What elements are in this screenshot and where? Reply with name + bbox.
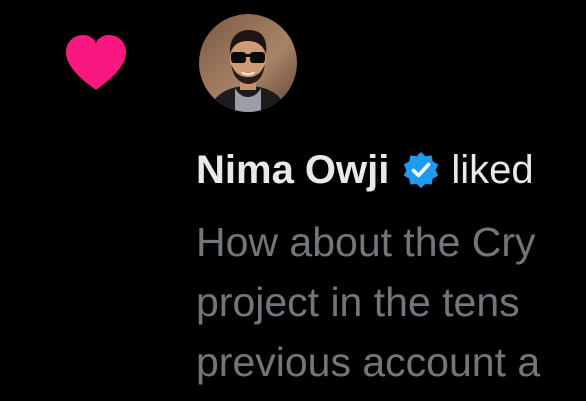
heart-icon — [64, 34, 128, 92]
user-avatar[interactable] — [199, 14, 297, 112]
tweet-preview-line: previous account a — [196, 339, 541, 385]
verified-badge-icon — [401, 150, 441, 190]
like-notification[interactable]: Nima Owji liked How about the Cry projec… — [0, 0, 586, 401]
user-name[interactable]: Nima Owji — [196, 142, 389, 198]
tweet-preview-line: project in the tens — [196, 279, 520, 325]
tweet-preview-line: How about the Cry — [196, 219, 536, 265]
notification-headline: Nima Owji liked — [196, 142, 534, 198]
notification-action-text: liked — [451, 148, 534, 192]
tweet-preview[interactable]: How about the Cry project in the tens pr… — [196, 212, 586, 392]
